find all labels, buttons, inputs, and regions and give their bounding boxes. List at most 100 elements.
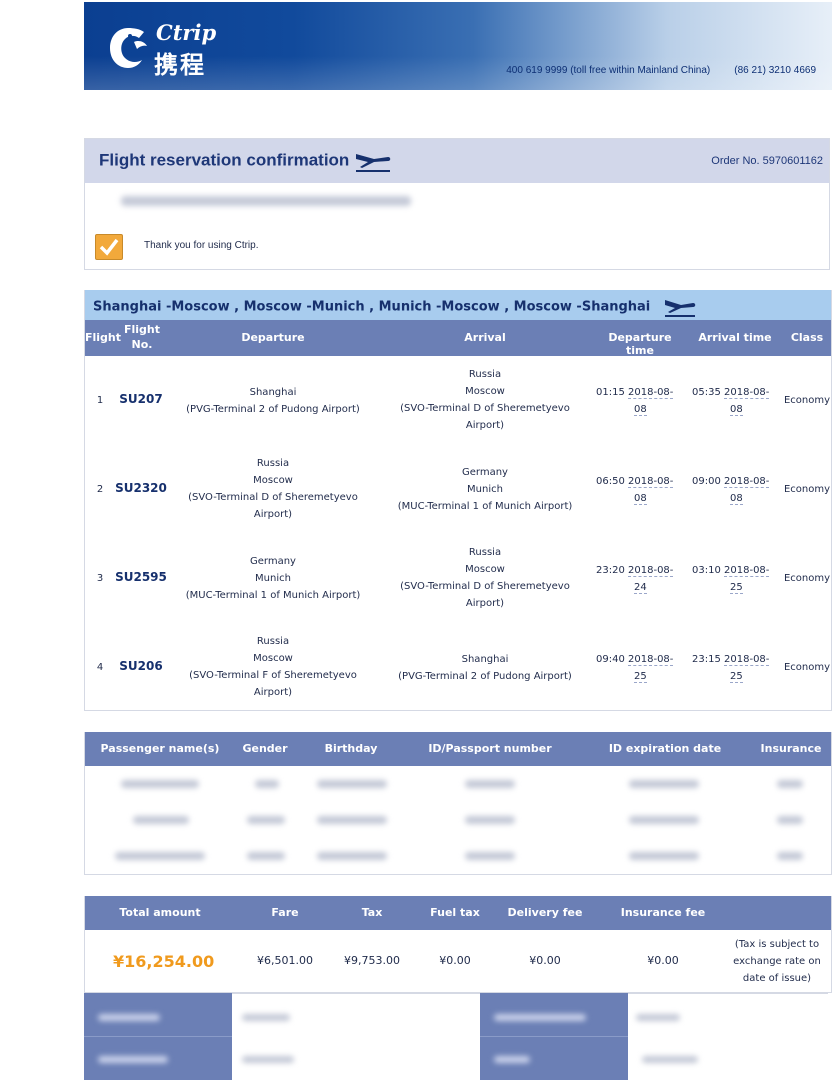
arr-line: Shanghai — [461, 654, 509, 665]
col-arrival-time: Arrival time — [698, 331, 772, 344]
route-summary-wrap: Shanghai -Moscow , Moscow -Munich , Muni… — [93, 297, 697, 317]
arrival-place: Russia Moscow (SVO-Terminal D of Shereme… — [387, 544, 583, 612]
arr-clock: 05:35 — [692, 387, 721, 398]
confirmation-header: Flight reservation confirmation Order No… — [85, 139, 829, 183]
delivery-fee-value: ¥0.00 — [529, 954, 561, 967]
confirmation-title: Flight reservation confirmation — [99, 150, 350, 170]
header-banner: Ctrip 携程 400 619 9999 (toll free within … — [84, 2, 832, 90]
info-value-cell — [628, 993, 828, 1081]
col-passenger-name: Passenger name(s) — [100, 742, 220, 755]
dep-clock: 06:50 — [596, 476, 625, 487]
arr-date-day: 25 — [730, 671, 743, 683]
arr-line: Moscow — [465, 386, 505, 397]
arrival-time: 03:10 2018-08- 25 — [692, 562, 784, 596]
plane-icon — [356, 154, 391, 172]
flight-row: 3 SU2595 Germany Munich (MUC-Terminal 1 … — [85, 538, 831, 626]
flight-index: 3 — [96, 573, 104, 584]
phone-cn: 400 619 9999 (toll free within Mainland … — [506, 65, 711, 76]
arr-line: (MUC-Terminal 1 of Munich Airport) — [397, 501, 573, 512]
departure-time: 06:50 2018-08- 08 — [596, 473, 688, 507]
col-delivery-fee: Delivery fee — [507, 906, 583, 919]
price-table-header: Total amount Fare Tax Fuel tax Delivery … — [85, 896, 831, 930]
dep-clock: 23:20 — [596, 565, 625, 576]
plane-icon — [664, 300, 696, 317]
arrival-place: Germany Munich (MUC-Terminal 1 of Munich… — [387, 464, 583, 515]
confirmation-box: Flight reservation confirmation Order No… — [84, 138, 830, 270]
arr-date: 2018-08- — [724, 476, 770, 488]
flight-number: SU207 — [119, 392, 163, 406]
thanks-message: Thank you for using Ctrip. — [144, 240, 259, 251]
flight-row: 4 SU206 Russia Moscow (SVO-Terminal F of… — [85, 627, 831, 715]
dep-line: Munich — [255, 573, 291, 584]
ctrip-logo: Ctrip 携程 — [104, 20, 244, 79]
arr-line: (PVG-Terminal 2 of Pudong Airport) — [398, 671, 572, 682]
dep-line: (MUC-Terminal 1 of Munich Airport) — [185, 590, 361, 601]
arr-line: Munich — [467, 484, 503, 495]
dep-line: Russia — [256, 636, 290, 647]
info-divider — [84, 1036, 232, 1037]
departure-place: Shanghai (PVG-Terminal 2 of Pudong Airpo… — [175, 384, 371, 418]
departure-place: Germany Munich (MUC-Terminal 1 of Munich… — [175, 553, 371, 604]
route-bar: Shanghai -Moscow , Moscow -Munich , Muni… — [85, 290, 831, 320]
flight-row: 1 SU207 Shanghai (PVG-Terminal 2 of Pudo… — [85, 360, 831, 448]
fuel-tax-value: ¥0.00 — [439, 954, 471, 967]
arr-line: Airport) — [465, 420, 505, 431]
col-tax: Tax — [361, 906, 383, 919]
arr-line: Russia — [468, 547, 502, 558]
arr-date-day: 25 — [730, 582, 743, 594]
departure-time: 01:15 2018-08- 08 — [596, 384, 688, 418]
col-departure: Departure — [241, 331, 305, 344]
checkmark-icon — [95, 234, 123, 260]
tax-note: (Tax is subject to exchange rate on date… — [733, 939, 821, 984]
insurance-fee-value: ¥0.00 — [647, 954, 679, 967]
dep-date-day: 24 — [634, 582, 647, 594]
col-insurance: Insurance — [760, 742, 822, 755]
arr-date: 2018-08- — [724, 654, 770, 666]
flight-number: SU2320 — [115, 481, 167, 495]
logo-text-en: Ctrip — [156, 20, 217, 45]
dep-line: (PVG-Terminal 2 of Pudong Airport) — [186, 404, 360, 415]
phone-intl: (86 21) 3210 4669 — [734, 65, 816, 76]
arr-date-day: 08 — [730, 493, 743, 505]
contact-phones: 400 619 9999 (toll free within Mainland … — [506, 65, 816, 76]
arr-line: Germany — [462, 467, 508, 478]
arrival-time: 09:00 2018-08- 08 — [692, 473, 784, 507]
dep-clock: 01:15 — [596, 387, 625, 398]
tax-value: ¥9,753.00 — [344, 954, 400, 967]
travel-class: Economy — [783, 662, 831, 673]
travel-class: Economy — [783, 484, 831, 495]
arrival-place: Shanghai (PVG-Terminal 2 of Pudong Airpo… — [387, 651, 583, 685]
dep-date: 2018-08- — [628, 565, 674, 577]
dep-line: Shanghai — [249, 387, 297, 398]
col-fare: Fare — [271, 906, 299, 919]
total-amount: ¥16,254.00 — [113, 952, 215, 971]
travel-class: Economy — [783, 395, 831, 406]
dep-date: 2018-08- — [628, 654, 674, 666]
col-arrival: Arrival — [464, 331, 506, 344]
dep-line: Airport) — [253, 509, 293, 520]
col-insurance-fee: Insurance fee — [620, 906, 706, 919]
flight-index: 4 — [96, 662, 104, 673]
flight-row: 2 SU2320 Russia Moscow (SVO-Terminal D o… — [85, 449, 831, 537]
arrival-time: 05:35 2018-08- 08 — [692, 384, 784, 418]
dep-line: Moscow — [253, 475, 293, 486]
col-class: Class — [790, 331, 824, 344]
arr-line: Airport) — [465, 598, 505, 609]
col-id-expiration: ID expiration date — [608, 742, 722, 755]
flight-index: 2 — [96, 484, 104, 495]
arr-line: (SVO-Terminal D of Sheremetyevo — [400, 581, 570, 592]
departure-place: Russia Moscow (SVO-Terminal F of Shereme… — [175, 633, 371, 701]
flight-index: 1 — [96, 395, 104, 406]
col-gender: Gender — [242, 742, 288, 755]
col-flight-no: Flight No. — [123, 323, 161, 351]
col-departure-time: Departure time — [608, 331, 672, 357]
confirmation-title-wrap: Flight reservation confirmation — [99, 150, 392, 172]
route-summary: Shanghai -Moscow , Moscow -Munich , Muni… — [93, 299, 651, 315]
dep-date: 2018-08- — [628, 476, 674, 488]
dolphin-icon — [110, 28, 147, 68]
passenger-table-header: Passenger name(s) Gender Birthday ID/Pas… — [85, 732, 831, 766]
arr-date: 2018-08- — [724, 387, 770, 399]
dep-date-day: 25 — [634, 671, 647, 683]
dep-date-day: 08 — [634, 404, 647, 416]
logo-text-zh: 携程 — [154, 51, 206, 79]
